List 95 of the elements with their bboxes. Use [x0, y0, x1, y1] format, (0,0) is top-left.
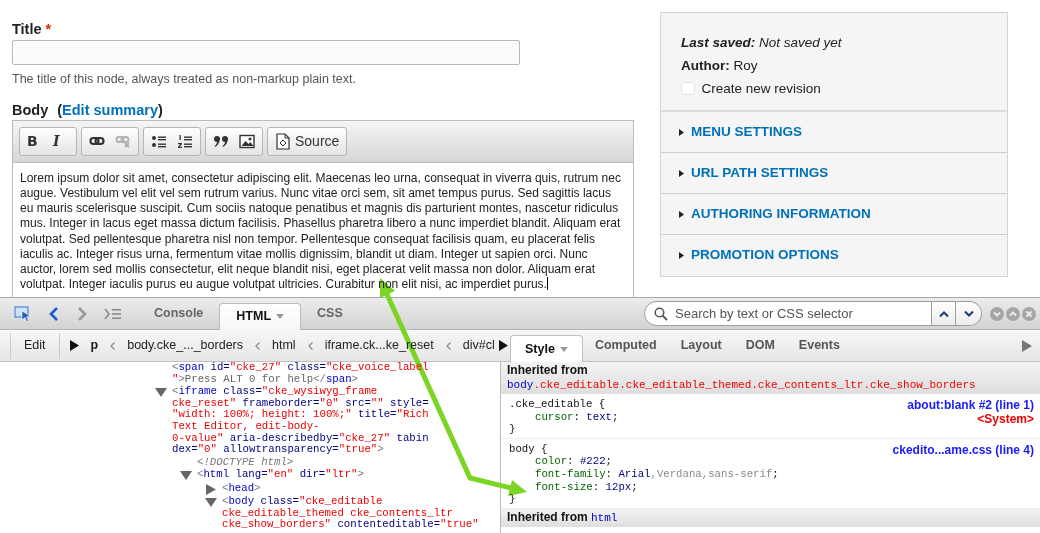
code-line: "width: 100%; height: 100%;" title="Rich [172, 409, 429, 421]
bulleted-list-icon [151, 133, 167, 149]
code-line: Text Editor, edit-body- [172, 420, 321, 433]
panel-tab[interactable]: Events [786, 330, 852, 361]
code-line: <iframe class="cke_wysiwyg_frame [172, 386, 379, 398]
code-line: cursor: text; [534, 410, 619, 424]
code-line: <!DOCTYPE html> [197, 456, 294, 469]
close-icon [1022, 306, 1036, 321]
revision-checkbox[interactable] [681, 81, 695, 96]
devtools-tab[interactable]: Console [138, 298, 220, 329]
panel-tab[interactable]: Computed [582, 330, 669, 361]
code-line: font-family: Arial,Verdana,sans-serif; [534, 467, 779, 481]
source-button[interactable]: Source [271, 129, 344, 154]
code-line: 0-value" aria-describedby="cke_27" tabin [172, 432, 429, 444]
separator-icon [307, 341, 313, 350]
code-line: color: #222; [534, 455, 613, 468]
section-toggle[interactable]: PROMOTION OPTIONS [679, 245, 839, 266]
section-toggle[interactable]: URL PATH SETTINGS [679, 162, 829, 184]
code-line: cke_reset" frameborder="0" src="" style= [172, 397, 429, 410]
triangle-right-icon [69, 340, 79, 351]
field-label: Body [12, 100, 49, 119]
command-line-icon [104, 307, 122, 320]
devtools-tab[interactable]: HTML [219, 302, 302, 330]
chevron-up-icon [938, 310, 949, 317]
more-tabs-button[interactable] [1022, 339, 1032, 352]
code-line: dex="0" allowtransparency="true"> [172, 444, 385, 456]
triangle-right-icon [679, 169, 684, 177]
edit-summary-link[interactable]: Edit summary [62, 101, 158, 118]
inspect-button[interactable] [14, 305, 32, 322]
expand-icon [1006, 306, 1020, 321]
field-description: The title of this node, always treated as non-markup plain text. [12, 71, 357, 88]
scroll-left-button[interactable] [69, 340, 79, 351]
code-line: cke_editable_themed cke_contents_ltr [222, 507, 454, 519]
text-cursor [546, 277, 548, 291]
panel-tab[interactable]: Style [510, 335, 583, 362]
chevron-left-icon [48, 305, 60, 322]
author-text: Author: Roy [681, 57, 759, 75]
next-match-button[interactable] [956, 301, 982, 326]
code-line: <html lang="en" dir="ltr"> [197, 469, 364, 481]
inspect-icon [14, 305, 32, 322]
triangle-right-icon [1022, 339, 1032, 352]
triangle-right-icon [679, 252, 684, 259]
code-line: } [509, 493, 517, 506]
quote-icon [213, 134, 229, 149]
panel-tab[interactable]: Layout [668, 330, 734, 361]
breadcrumb-item[interactable]: body.cke_..._borders [125, 336, 245, 355]
code-line: } [509, 423, 517, 436]
collapse-toggle-icon[interactable] [205, 497, 217, 509]
command-line-button[interactable] [104, 307, 122, 320]
breadcrumb-item[interactable]: html [270, 336, 298, 355]
italic-button[interactable]: I [49, 129, 73, 154]
triangle-right-icon [679, 128, 684, 136]
chevron-down-icon [963, 310, 974, 317]
checkbox-label[interactable]: Create new revision [701, 77, 821, 100]
origin-label: <System> [976, 412, 1034, 426]
collapse-toggle-icon[interactable] [155, 387, 167, 399]
scroll-right-button[interactable] [498, 340, 508, 351]
triangle-right-icon [679, 210, 684, 218]
section-toggle[interactable]: MENU SETTINGS [679, 121, 802, 143]
collapse-icon [990, 306, 1004, 321]
code-line: <head> [222, 482, 261, 495]
triangle-right-icon [498, 340, 508, 351]
code-line: font-size: 12px; [534, 480, 639, 494]
code-line: <body class="cke_editable [222, 496, 384, 508]
section-toggle[interactable]: AUTHORING INFORMATION [679, 203, 871, 225]
separator-icon [255, 341, 260, 350]
edit-button[interactable]: Edit [10, 332, 60, 359]
separator-icon [445, 341, 451, 350]
expand-toggle-icon[interactable] [205, 483, 217, 495]
section-heading: Inherited from body.cke_editable.cke_editable_themed.cke_contents_ltr.cke_show_borders [501, 362, 1040, 394]
source-link[interactable]: ckedito...ame.css (line 4) [892, 442, 1034, 457]
back-button[interactable] [48, 305, 60, 322]
last-saved-text: Last saved: Not saved yet [681, 34, 843, 52]
field-label: Title * [12, 21, 52, 37]
breadcrumb-item[interactable]: p [88, 336, 101, 355]
panel-tab[interactable]: DOM [733, 330, 787, 361]
document-icon [275, 132, 291, 150]
broken-link-icon [115, 134, 131, 149]
title-input[interactable] [12, 40, 520, 65]
code-line: ">Press ALT 0 for help</span> [172, 373, 360, 386]
summary-toggle: (Edit summary) [57, 100, 163, 119]
collapse-toggle-icon[interactable] [180, 470, 192, 482]
devtools-tab[interactable]: CSS [301, 298, 359, 329]
previous-match-button[interactable] [932, 301, 956, 326]
code-line: .cke_editable { [509, 398, 607, 411]
separator-icon [110, 341, 116, 350]
source-link[interactable]: about:blank #2 (line 1) [907, 398, 1034, 412]
chevron-right-icon [76, 305, 88, 322]
numbered-list-icon [177, 133, 193, 149]
search-field[interactable]: Search by text or CSS selector [644, 301, 932, 326]
bold-button[interactable]: B [23, 129, 47, 154]
breadcrumb-item[interactable]: div#cl [460, 336, 497, 355]
code-line: cke_show_borders" contenteditable="true" [222, 519, 479, 531]
image-icon [239, 133, 255, 149]
code-line: body { [509, 442, 549, 456]
